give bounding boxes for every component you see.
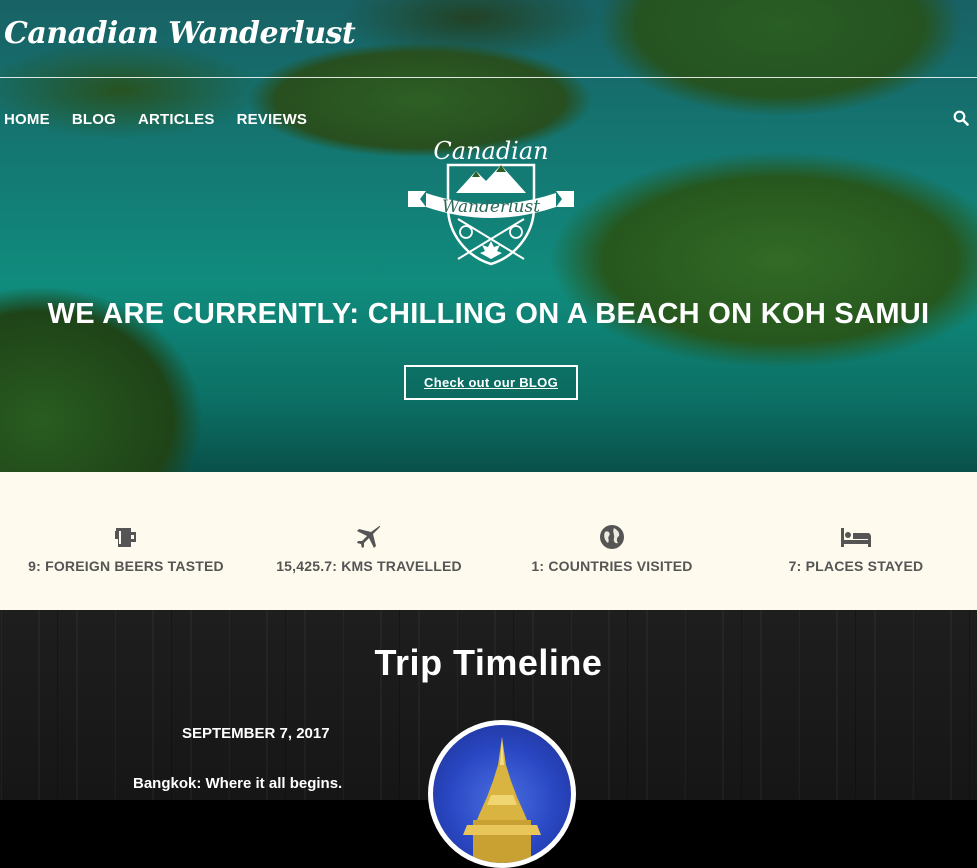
brand-logo-emblem: Canadian Wanderlust [408,137,574,266]
stat-places: 7: PLACES STAYED [734,524,977,574]
nav-blog[interactable]: BLOG [72,111,116,128]
nav-articles[interactable]: ARTICLES [138,111,215,128]
main-nav: HOME BLOG ARTICLES REVIEWS [4,111,307,128]
stat-kms: 15,425.7: KMS TRAVELLED [247,524,491,574]
stat-countries-label: 1: COUNTRIES VISITED [531,558,693,574]
nav-reviews[interactable]: REVIEWS [237,111,308,128]
timeline-entry-title[interactable]: Bangkok: Where it all begins. [133,775,342,792]
logo-text-banner: Wanderlust [442,197,540,217]
globe-icon [600,525,624,549]
stat-kms-label: 15,425.7: KMS TRAVELLED [276,558,462,574]
search-icon [953,110,969,126]
trip-timeline-section: Trip Timeline SEPTEMBER 7, 2017 Bangkok:… [0,610,977,868]
bed-icon [841,528,871,547]
logo-text-top: Canadian [433,137,548,165]
beer-mug-icon [115,528,136,547]
hero-banner: Canadian Wanderlust HOME BLOG ARTICLES R… [0,0,977,472]
check-out-blog-button[interactable]: Check out our BLOG [404,365,578,400]
stat-beers: 9: FOREIGN BEERS TASTED [4,524,248,574]
stat-places-label: 7: PLACES STAYED [788,558,924,574]
header-divider [0,77,977,78]
nav-home[interactable]: HOME [4,111,50,128]
site-title[interactable]: Canadian Wanderlust [4,16,356,51]
timeline-entry-photo[interactable] [428,720,576,868]
stat-beers-label: 9: FOREIGN BEERS TASTED [28,558,224,574]
hero-headline: WE ARE CURRENTLY: CHILLING ON A BEACH ON… [47,298,930,330]
temple-image [463,737,541,863]
timeline-entry-date: SEPTEMBER 7, 2017 [182,725,330,742]
search-button[interactable] [953,110,971,128]
stat-countries: 1: COUNTRIES VISITED [490,524,734,574]
stats-bar: 9: FOREIGN BEERS TASTED 15,425.7: KMS TR… [0,472,977,610]
timeline-title: Trip Timeline [374,642,603,683]
airplane-icon [357,525,381,548]
